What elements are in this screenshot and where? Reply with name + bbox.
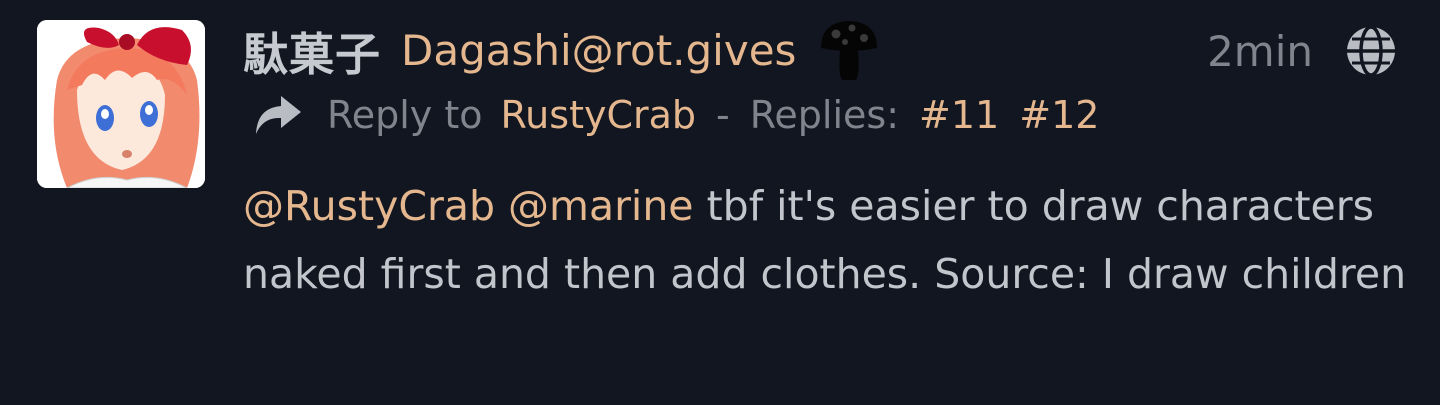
- reply-link-12[interactable]: #12: [1019, 93, 1099, 137]
- reply-arrow-icon[interactable]: [253, 94, 303, 136]
- author-row: 駄菓子 Dagashi@rot.gives: [243, 18, 880, 82]
- reply-to-label: Reply to: [327, 93, 483, 137]
- post-content: @RustyCrab @marine tbf it's easier to dr…: [243, 172, 1413, 308]
- reply-link-11[interactable]: #11: [919, 93, 999, 137]
- mention-rustycrab[interactable]: @RustyCrab: [243, 182, 495, 230]
- meta-separator: -: [716, 93, 730, 137]
- avatar[interactable]: [37, 20, 205, 188]
- globe-icon: [1344, 24, 1398, 78]
- author-display-name[interactable]: 駄菓子: [243, 18, 381, 83]
- status-post: 駄菓子 Dagashi@rot.gives 2min Reply to Rust…: [0, 0, 1440, 405]
- author-handle[interactable]: Dagashi@rot.gives: [401, 26, 796, 75]
- mention-marine[interactable]: @marine: [508, 182, 694, 230]
- mushroom-emoji-icon: [818, 18, 880, 82]
- post-timestamp[interactable]: 2min: [1207, 26, 1313, 78]
- replies-label: Replies:: [749, 93, 900, 137]
- reply-to-user-link[interactable]: RustyCrab: [500, 93, 696, 137]
- reply-meta-row: Reply to RustyCrab - Replies: #11 #12: [253, 88, 1119, 142]
- anime-girl-avatar-image: [37, 20, 205, 188]
